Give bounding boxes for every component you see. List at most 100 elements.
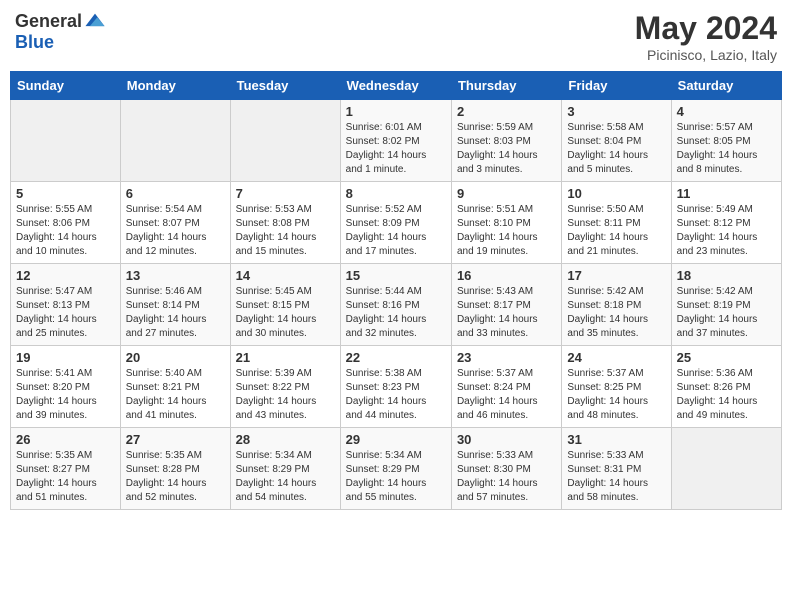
calendar-cell: 5 Sunrise: 5:55 AM Sunset: 8:06 PM Daylig… [11, 182, 121, 264]
calendar-cell: 13Sunrise: 5:46 AM Sunset: 8:14 PM Dayli… [120, 264, 230, 346]
day-number: 20 [126, 350, 225, 365]
calendar-dow-sunday: Sunday [11, 72, 121, 100]
calendar-cell: 29 Sunrise: 5:34 AM Sunset: 8:29 PM Dayli… [340, 428, 451, 510]
day-number: 4 [677, 104, 776, 119]
day-info: Sunrise: 5:45 AM Sunset: 8:15 PM Dayligh… [236, 285, 335, 341]
day-number: 12 [16, 268, 115, 283]
day-number: 19 [16, 350, 115, 365]
day-info: Sunrise: 5:47 AM Sunset: 8:13 PM Dayligh… [16, 285, 115, 341]
calendar-week-row: 19 Sunrise: 5:41 AM Sunset: 8:20 PM Dayli… [11, 346, 782, 428]
day-info: Sunrise: 5:55 AM Sunset: 8:06 PM Dayligh… [16, 203, 115, 259]
day-number: 29 [346, 432, 446, 447]
day-number: 11 [677, 186, 776, 201]
day-number: 3 [567, 104, 665, 119]
calendar-cell: 23Sunrise: 5:37 AM Sunset: 8:24 PM Dayli… [451, 346, 561, 428]
day-info: Sunrise: 5:40 AM Sunset: 8:21 PM Dayligh… [126, 367, 225, 423]
day-number: 31 [567, 432, 665, 447]
calendar-cell [120, 100, 230, 182]
day-info: Sunrise: 5:53 AM Sunset: 8:08 PM Dayligh… [236, 203, 335, 259]
day-info: Sunrise: 6:01 AM Sunset: 8:02 PM Dayligh… [346, 121, 446, 177]
day-info: Sunrise: 5:35 AM Sunset: 8:28 PM Dayligh… [126, 449, 225, 505]
calendar-cell: 7 Sunrise: 5:53 AM Sunset: 8:08 PM Daylig… [230, 182, 340, 264]
title-block: May 2024 Picinisco, Lazio, Italy [635, 10, 777, 63]
calendar-week-row: 5 Sunrise: 5:55 AM Sunset: 8:06 PM Daylig… [11, 182, 782, 264]
day-number: 7 [236, 186, 335, 201]
calendar-dow-wednesday: Wednesday [340, 72, 451, 100]
day-number: 28 [236, 432, 335, 447]
calendar-cell: 11 Sunrise: 5:49 AM Sunset: 8:12 PM Dayli… [671, 182, 781, 264]
day-info: Sunrise: 5:42 AM Sunset: 8:18 PM Dayligh… [567, 285, 665, 341]
calendar-cell: 15 Sunrise: 5:44 AM Sunset: 8:16 PM Dayli… [340, 264, 451, 346]
day-number: 22 [346, 350, 446, 365]
calendar-cell: 17 Sunrise: 5:42 AM Sunset: 8:18 PM Dayli… [562, 264, 671, 346]
day-info: Sunrise: 5:43 AM Sunset: 8:17 PM Dayligh… [457, 285, 556, 341]
calendar-header-row: SundayMondayTuesdayWednesdayThursdayFrid… [11, 72, 782, 100]
day-info: Sunrise: 5:39 AM Sunset: 8:22 PM Dayligh… [236, 367, 335, 423]
day-number: 1 [346, 104, 446, 119]
calendar-cell: 10Sunrise: 5:50 AM Sunset: 8:11 PM Dayli… [562, 182, 671, 264]
day-info: Sunrise: 5:51 AM Sunset: 8:10 PM Dayligh… [457, 203, 556, 259]
day-number: 2 [457, 104, 556, 119]
calendar-cell: 18Sunrise: 5:42 AM Sunset: 8:19 PM Dayli… [671, 264, 781, 346]
calendar-cell: 22 Sunrise: 5:38 AM Sunset: 8:23 PM Dayli… [340, 346, 451, 428]
day-number: 9 [457, 186, 556, 201]
calendar-cell: 26Sunrise: 5:35 AM Sunset: 8:27 PM Dayli… [11, 428, 121, 510]
day-number: 14 [236, 268, 335, 283]
logo: General Blue [15, 10, 106, 53]
day-info: Sunrise: 5:34 AM Sunset: 8:29 PM Dayligh… [346, 449, 446, 505]
calendar-dow-monday: Monday [120, 72, 230, 100]
day-number: 5 [16, 186, 115, 201]
calendar-cell: 1 Sunrise: 6:01 AM Sunset: 8:02 PM Daylig… [340, 100, 451, 182]
calendar-cell: 20 Sunrise: 5:40 AM Sunset: 8:21 PM Dayli… [120, 346, 230, 428]
day-info: Sunrise: 5:52 AM Sunset: 8:09 PM Dayligh… [346, 203, 446, 259]
logo-blue: Blue [15, 32, 54, 53]
calendar-cell: 9 Sunrise: 5:51 AM Sunset: 8:10 PM Daylig… [451, 182, 561, 264]
calendar-cell: 27 Sunrise: 5:35 AM Sunset: 8:28 PM Dayli… [120, 428, 230, 510]
calendar-dow-thursday: Thursday [451, 72, 561, 100]
day-number: 8 [346, 186, 446, 201]
calendar-table: SundayMondayTuesdayWednesdayThursdayFrid… [10, 71, 782, 510]
calendar-dow-saturday: Saturday [671, 72, 781, 100]
day-number: 23 [457, 350, 556, 365]
day-number: 16 [457, 268, 556, 283]
calendar-week-row: 12 Sunrise: 5:47 AM Sunset: 8:13 PM Dayli… [11, 264, 782, 346]
calendar-cell: 12 Sunrise: 5:47 AM Sunset: 8:13 PM Dayli… [11, 264, 121, 346]
day-info: Sunrise: 5:44 AM Sunset: 8:16 PM Dayligh… [346, 285, 446, 341]
calendar-cell: 2 Sunrise: 5:59 AM Sunset: 8:03 PM Daylig… [451, 100, 561, 182]
day-info: Sunrise: 5:57 AM Sunset: 8:05 PM Dayligh… [677, 121, 776, 177]
page-header: General Blue May 2024 Picinisco, Lazio, … [10, 10, 782, 63]
calendar-cell: 6Sunrise: 5:54 AM Sunset: 8:07 PM Daylig… [120, 182, 230, 264]
calendar-dow-friday: Friday [562, 72, 671, 100]
calendar-cell: 21 Sunrise: 5:39 AM Sunset: 8:22 PM Dayli… [230, 346, 340, 428]
calendar-cell [230, 100, 340, 182]
day-info: Sunrise: 5:58 AM Sunset: 8:04 PM Dayligh… [567, 121, 665, 177]
day-info: Sunrise: 5:59 AM Sunset: 8:03 PM Dayligh… [457, 121, 556, 177]
day-info: Sunrise: 5:49 AM Sunset: 8:12 PM Dayligh… [677, 203, 776, 259]
day-number: 6 [126, 186, 225, 201]
day-number: 30 [457, 432, 556, 447]
day-number: 21 [236, 350, 335, 365]
location: Picinisco, Lazio, Italy [635, 47, 777, 63]
day-number: 27 [126, 432, 225, 447]
calendar-cell: 31Sunrise: 5:33 AM Sunset: 8:31 PM Dayli… [562, 428, 671, 510]
day-info: Sunrise: 5:42 AM Sunset: 8:19 PM Dayligh… [677, 285, 776, 341]
calendar-cell [11, 100, 121, 182]
calendar-cell: 3 Sunrise: 5:58 AM Sunset: 8:04 PM Daylig… [562, 100, 671, 182]
day-info: Sunrise: 5:36 AM Sunset: 8:26 PM Dayligh… [677, 367, 776, 423]
day-info: Sunrise: 5:35 AM Sunset: 8:27 PM Dayligh… [16, 449, 115, 505]
day-info: Sunrise: 5:37 AM Sunset: 8:25 PM Dayligh… [567, 367, 665, 423]
day-number: 24 [567, 350, 665, 365]
calendar-cell: 30 Sunrise: 5:33 AM Sunset: 8:30 PM Dayli… [451, 428, 561, 510]
day-number: 25 [677, 350, 776, 365]
calendar-cell: 14 Sunrise: 5:45 AM Sunset: 8:15 PM Dayli… [230, 264, 340, 346]
calendar-cell: 16 Sunrise: 5:43 AM Sunset: 8:17 PM Dayli… [451, 264, 561, 346]
day-info: Sunrise: 5:38 AM Sunset: 8:23 PM Dayligh… [346, 367, 446, 423]
day-info: Sunrise: 5:33 AM Sunset: 8:30 PM Dayligh… [457, 449, 556, 505]
day-number: 17 [567, 268, 665, 283]
calendar-cell: 19 Sunrise: 5:41 AM Sunset: 8:20 PM Dayli… [11, 346, 121, 428]
day-number: 15 [346, 268, 446, 283]
day-info: Sunrise: 5:41 AM Sunset: 8:20 PM Dayligh… [16, 367, 115, 423]
calendar-cell: 25 Sunrise: 5:36 AM Sunset: 8:26 PM Dayli… [671, 346, 781, 428]
calendar-week-row: 26Sunrise: 5:35 AM Sunset: 8:27 PM Dayli… [11, 428, 782, 510]
day-number: 13 [126, 268, 225, 283]
